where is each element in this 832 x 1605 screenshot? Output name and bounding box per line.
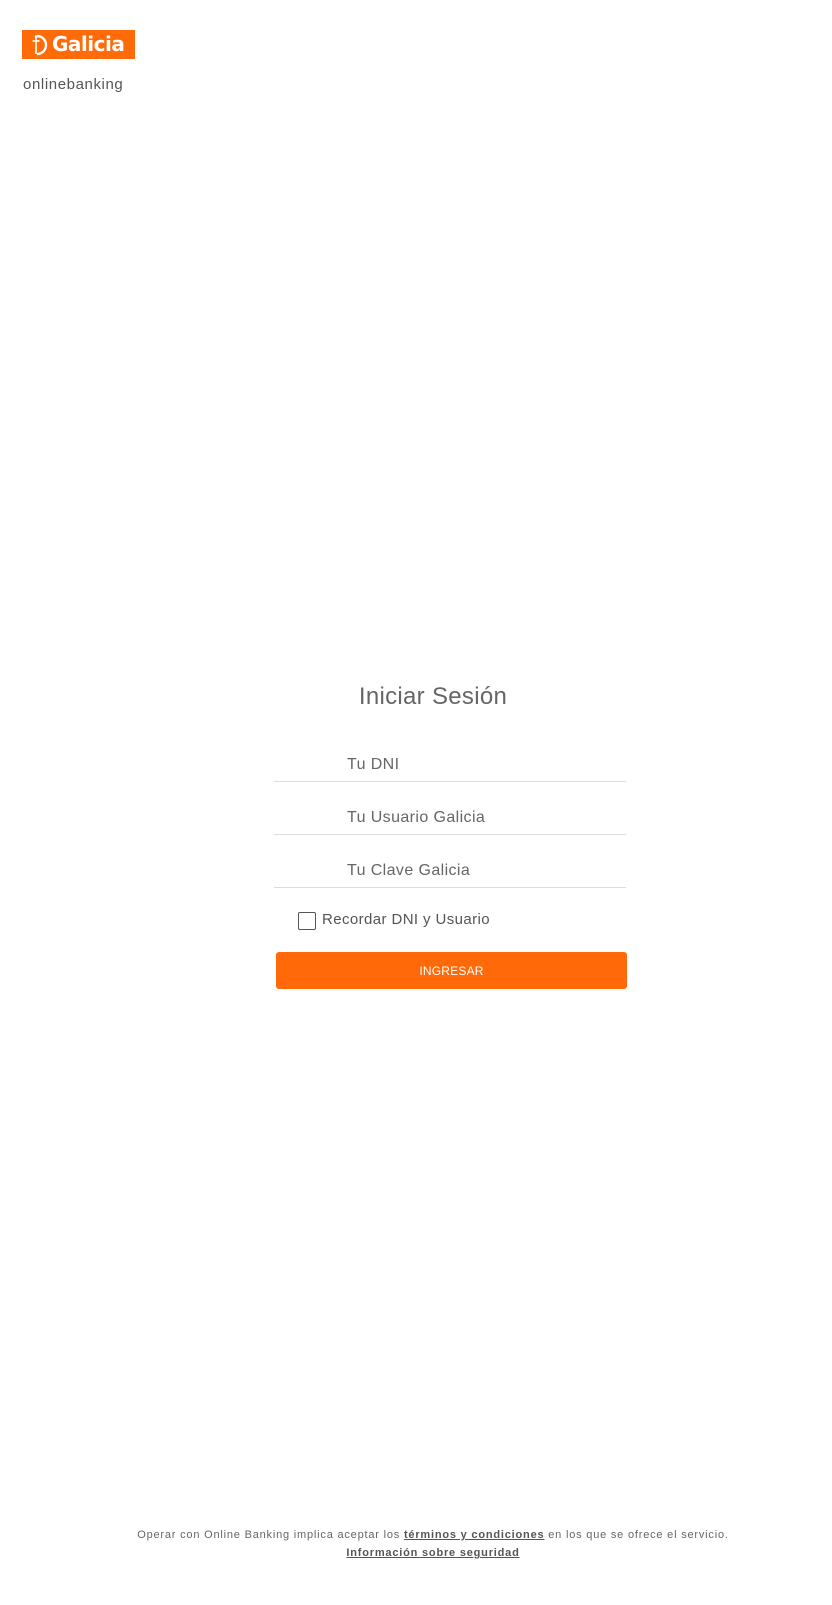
dni-input[interactable] bbox=[274, 748, 626, 782]
logo-wordmark: Galicia bbox=[52, 32, 125, 56]
footer-text-before: Operar con Online Banking implica acepta… bbox=[137, 1529, 404, 1541]
galicia-emblem-icon bbox=[32, 34, 48, 55]
footer: Operar con Online Banking implica acepta… bbox=[0, 1526, 832, 1562]
remember-me-option[interactable]: Recordar DNI y Usuario bbox=[298, 908, 490, 930]
remember-checkbox[interactable] bbox=[298, 912, 316, 930]
footer-text-after: en los que se ofrece el servicio. bbox=[544, 1529, 729, 1541]
security-info-link[interactable]: Información sobre seguridad bbox=[346, 1547, 519, 1559]
remember-label: Recordar DNI y Usuario bbox=[322, 910, 491, 928]
terms-link[interactable]: términos y condiciones bbox=[404, 1529, 544, 1541]
product-tagline: onlinebanking bbox=[23, 76, 124, 93]
login-submit-button[interactable]: INGRESAR bbox=[276, 952, 627, 989]
username-input[interactable] bbox=[274, 801, 626, 835]
page-title: Iniciar Sesión bbox=[358, 683, 508, 710]
footer-security-line: Información sobre seguridad bbox=[0, 1544, 832, 1562]
footer-terms-line: Operar con Online Banking implica acepta… bbox=[0, 1526, 832, 1544]
password-input[interactable] bbox=[274, 854, 626, 888]
galicia-logo[interactable]: Galicia bbox=[22, 30, 135, 59]
